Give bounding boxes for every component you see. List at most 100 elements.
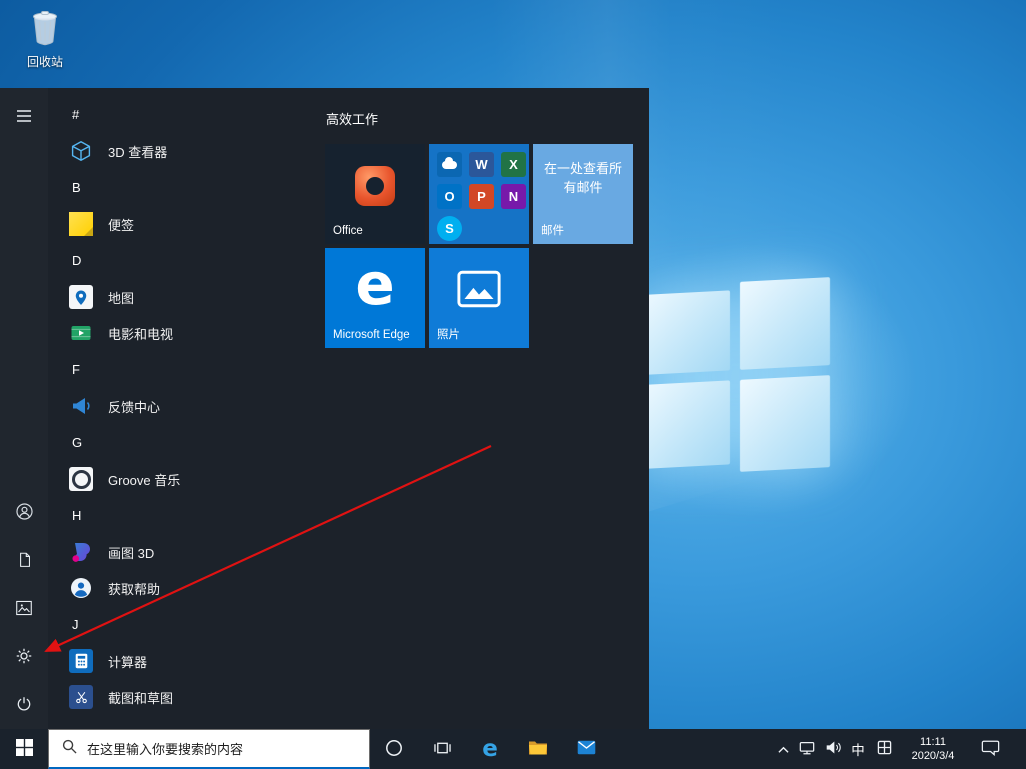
mail-icon [577,740,596,758]
calculator-icon [66,646,96,676]
3d-viewer-icon [66,136,96,166]
ime-grid-icon [877,740,892,758]
task-view-button[interactable] [418,729,466,769]
hamburger-icon [16,109,32,126]
volume-button[interactable] [820,729,846,769]
task-view-icon [433,740,452,759]
app-section-header[interactable]: F [48,351,317,388]
app-item-get-help[interactable]: 获取帮助 [48,570,317,606]
chevron-up-icon [777,742,789,757]
app-section-header[interactable]: B [48,169,317,206]
section-letter: H [72,508,82,523]
sticky-notes-icon [66,209,96,239]
tile-photos[interactable]: 照片 [429,248,529,348]
power-button[interactable] [0,681,48,729]
tile-grid: Office W X O P N S 在一处查看所有邮件 邮件 e Micros… [325,144,645,348]
app-item-calculator[interactable]: 计算器 [48,643,317,679]
word-icon: W [469,152,494,177]
user-account-button[interactable] [0,489,48,537]
groove-music-icon [66,464,96,494]
app-label: Groove 音乐 [108,472,181,488]
tile-mail[interactable]: 在一处查看所有邮件 邮件 [533,144,633,244]
edge-icon: e [482,735,498,762]
app-label: 画图 3D [108,545,155,561]
document-icon [16,551,33,572]
edge-button[interactable]: e [466,729,514,769]
start-menu-tiles: 高效工作 Office W X O P N S 在一处查看所有邮件 邮件 e M… [325,88,645,348]
app-label: 截图和草图 [108,690,174,706]
paint-3d-icon [66,537,96,567]
app-label: 反馈中心 [108,399,161,415]
documents-button[interactable] [0,537,48,585]
section-letter: J [72,617,79,632]
taskbar-search-box[interactable]: 在这里输入你要搜索的内容 [48,729,370,769]
expand-menu-button[interactable] [0,93,48,141]
logo-pane [642,290,730,375]
office-logo-icon [355,166,395,206]
action-center-button[interactable] [968,729,1012,769]
skype-icon: S [437,216,462,241]
mail-button[interactable] [562,729,610,769]
speaker-icon [825,740,842,758]
tray-chevron-up-button[interactable] [772,729,794,769]
ime-language-indicator[interactable]: 中 [846,729,870,769]
mail-tile-message: 在一处查看所有邮件 [543,161,622,195]
excel-icon: X [501,152,526,177]
app-item-maps[interactable]: 地图 [48,279,317,315]
start-button[interactable] [0,729,48,769]
tile-label: Microsoft Edge [333,329,410,341]
tile-office[interactable]: Office [325,144,425,244]
movies-tv-icon [66,318,96,348]
pictures-icon [15,600,33,619]
cortana-icon [385,739,403,760]
powerpoint-icon: P [469,184,494,209]
taskbar-clock[interactable]: 11:11 2020/3/4 [898,729,968,769]
app-section-header[interactable]: L [48,715,317,729]
screen: 回收站 # 3D 查看器 B 便签 D 地图 电影和电视 F 反馈中心 G Gr… [0,0,1026,769]
network-button[interactable] [794,729,820,769]
onedrive-icon [437,152,462,177]
app-section-header[interactable]: D [48,242,317,279]
pictures-button[interactable] [0,585,48,633]
logo-pane [740,277,830,370]
wallpaper-windows-logo [642,277,832,481]
app-item-sticky-notes[interactable]: 便签 [48,206,317,242]
tile-group-title[interactable]: 高效工作 [326,109,645,128]
cortana-button[interactable] [370,729,418,769]
section-letter: D [72,253,82,268]
app-label: 电影和电视 [108,326,174,342]
edge-logo-icon: e [355,250,395,318]
app-item-snip-sketch[interactable]: 截图和草图 [48,679,317,715]
search-icon [62,739,77,759]
tile-microsoft-edge[interactable]: e Microsoft Edge [325,248,425,348]
section-letter: B [72,180,81,195]
app-section-header[interactable]: G [48,424,317,461]
app-label: 便签 [108,217,135,233]
app-section-header[interactable]: H [48,497,317,534]
app-item-3d-viewer[interactable]: 3D 查看器 [48,133,317,169]
ime-mode-button[interactable] [870,729,898,769]
app-item-movies-tv[interactable]: 电影和电视 [48,315,317,351]
section-letter: # [72,107,80,122]
recycle-bin[interactable]: 回收站 [12,8,78,70]
app-item-groove-music[interactable]: Groove 音乐 [48,461,317,497]
tile-office-folder[interactable]: W X O P N S [429,144,529,244]
maps-icon [66,282,96,312]
app-item-feedback-hub[interactable]: 反馈中心 [48,388,317,424]
taskbar: 在这里输入你要搜索的内容 e 中 11:11 2020/3/4 [0,729,1026,769]
start-menu: # 3D 查看器 B 便签 D 地图 电影和电视 F 反馈中心 G Groove… [0,88,649,729]
recycle-bin-label: 回收站 [26,55,63,69]
start-menu-rail [0,88,48,729]
windows-logo-icon [15,739,33,759]
clock-date: 2020/3/4 [911,750,955,762]
notification-bubble-icon [981,739,1000,759]
app-item-paint-3d[interactable]: 画图 3D [48,534,317,570]
section-letter: G [72,435,83,450]
logo-pane [642,380,730,469]
app-section-header[interactable]: # [48,96,317,133]
settings-button[interactable] [0,633,48,681]
file-explorer-button[interactable] [514,729,562,769]
snip-sketch-icon [66,682,96,712]
app-section-header[interactable]: J [48,606,317,643]
logo-pane [740,375,830,472]
